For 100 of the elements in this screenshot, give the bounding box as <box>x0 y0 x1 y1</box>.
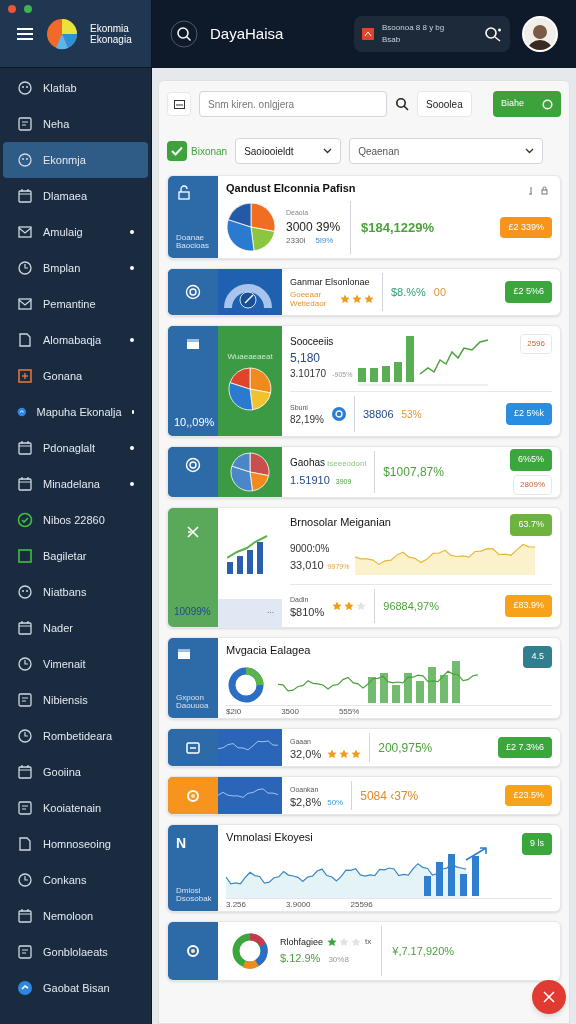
search-icon[interactable] <box>170 20 198 48</box>
sidebar-item[interactable]: Rombetideara <box>3 718 148 754</box>
search-icon[interactable] <box>395 97 409 111</box>
sidebar-item[interactable]: Gonana <box>3 358 148 394</box>
menu-icon[interactable] <box>16 26 34 41</box>
search-button[interactable]: Sooolea <box>417 91 472 117</box>
sidebar-item[interactable]: Pdonaglalt <box>3 430 148 466</box>
sidebar-item[interactable]: Bmplan <box>3 250 148 286</box>
search-field[interactable]: Snm kiren. onlgjera <box>199 91 387 117</box>
tile-caption: Wuaeaeaeat <box>227 351 273 363</box>
window-icon <box>173 99 185 109</box>
chart-line <box>218 739 279 750</box>
check-circle-icon <box>17 512 33 528</box>
metric-caption: Goeeaar Wetiedaor <box>290 289 328 308</box>
sidebar-item[interactable]: Nader <box>3 610 148 646</box>
sidebar-item[interactable]: Niatbans <box>3 574 148 610</box>
value-badge: 63.7% <box>510 514 552 536</box>
metric-sub: 3.10170 <box>290 367 327 381</box>
sidebar-item[interactable]: Klatlab <box>3 70 148 106</box>
sidebar-item[interactable]: Homnoseoing <box>3 826 148 862</box>
dot-indicator <box>130 230 134 234</box>
sidebar-item[interactable]: Gooiina <box>3 754 148 790</box>
face-icon <box>17 584 33 600</box>
window-control[interactable] <box>8 5 16 13</box>
tile-letter: N <box>176 834 188 853</box>
clock-icon <box>17 260 33 276</box>
metric-total: 96884,97% <box>383 598 439 614</box>
lock-icon[interactable] <box>541 186 548 195</box>
sidebar-item[interactable]: Mapuha Ekonalja <box>3 394 148 430</box>
checkbox[interactable] <box>167 141 187 161</box>
sidebar-item[interactable]: Conkans <box>3 862 148 898</box>
square-icon <box>17 368 33 384</box>
star-icon <box>351 749 362 759</box>
primary-button-label: Biahe <box>501 97 525 111</box>
window-control[interactable] <box>24 5 32 13</box>
chart-bar <box>428 666 436 703</box>
sidebar-item[interactable]: Nibos 22860 <box>3 502 148 538</box>
axis-label: 25596 <box>350 898 373 911</box>
sidebar-item[interactable]: Minadelana <box>3 466 148 502</box>
pie-slice <box>231 452 251 473</box>
sidebar-item-label: Kooiatenain <box>43 800 103 816</box>
sidebar-item[interactable]: Alomabaqja <box>3 322 148 358</box>
metric-value: 82,19% <box>290 414 324 426</box>
person-silhouette-icon <box>527 22 553 50</box>
tile-caption: Dmiosi <box>176 887 202 895</box>
dropdown[interactable]: Saoiooieldt <box>235 138 342 164</box>
tile-caption: Baocioas <box>176 242 210 250</box>
brand-name: Ekonagia <box>90 33 132 45</box>
dot-indicator <box>130 482 134 486</box>
chart-bar <box>448 853 455 896</box>
sidebar-item[interactable]: Amulaig <box>3 214 148 250</box>
lock-icon <box>176 184 192 200</box>
sidebar-item[interactable]: Bagiletar <box>3 538 148 574</box>
dropdown[interactable]: Qeaenan <box>349 138 544 164</box>
sidebar-item-label: Niatbans <box>43 584 88 600</box>
pie-slice <box>249 452 270 476</box>
chart-line <box>227 534 268 559</box>
card-icon <box>176 646 192 662</box>
sidebar-item[interactable]: Dlamaea <box>3 178 148 214</box>
dot-indicator <box>131 410 134 414</box>
icon-button[interactable] <box>167 92 191 116</box>
metric-value: $.12.9% <box>280 951 321 966</box>
sidebar-item[interactable]: Gaobat Bisan <box>3 970 148 1006</box>
chart-bar <box>404 672 412 703</box>
sidebar-item[interactable]: Gonblolaeats <box>3 934 148 970</box>
notification-panel[interactable]: Bsoonoa 8 8 y bg Bsab <box>354 16 510 52</box>
dropdown-value: Saoiooieldt <box>244 144 294 159</box>
dot-indicator <box>130 446 134 450</box>
sidebar-item[interactable]: Ekonmja <box>3 142 148 178</box>
sidebar-item[interactable]: Nemoloon <box>3 898 148 934</box>
clock-icon <box>17 872 33 888</box>
star-icon <box>332 601 343 611</box>
avatar[interactable] <box>522 16 558 52</box>
sidebar-item[interactable]: Kooiatenain <box>3 790 148 826</box>
chart-bar <box>424 875 431 896</box>
sidebar-item-label: Gonana <box>43 368 84 384</box>
metric-total: 200,975% <box>378 739 433 757</box>
value-badge: £2 339% <box>500 216 552 238</box>
value-badge: £23.5% <box>505 784 552 807</box>
sidebar-item-label: Minadelana <box>43 476 101 492</box>
notification-text: Bsoonoa 8 8 y bg <box>382 22 446 34</box>
chart-bar <box>257 541 263 574</box>
circle-icon <box>542 98 553 110</box>
sidebar-item[interactable]: Nibiensis <box>3 682 148 718</box>
metric-total: 5084 ‹37% <box>360 787 419 805</box>
status-circle-icon <box>331 407 346 421</box>
chevron-down-icon <box>323 148 333 154</box>
calendar-icon <box>17 908 33 924</box>
sidebar-item-label: Alomabaqja <box>43 332 103 348</box>
sidebar-item[interactable]: Vimenait <box>3 646 148 682</box>
pie-chart-logo-icon <box>46 17 78 50</box>
list-icon <box>17 800 33 816</box>
star-icon <box>364 293 374 304</box>
sidebar-item-label: Bagiletar <box>43 548 88 564</box>
sidebar-item[interactable]: Pemantine <box>3 286 148 322</box>
pie-slice <box>249 388 271 411</box>
sidebar-item[interactable]: Neha <box>3 106 148 142</box>
star-icon <box>327 937 338 947</box>
calendar-icon <box>17 764 33 780</box>
star-icon <box>352 293 362 304</box>
